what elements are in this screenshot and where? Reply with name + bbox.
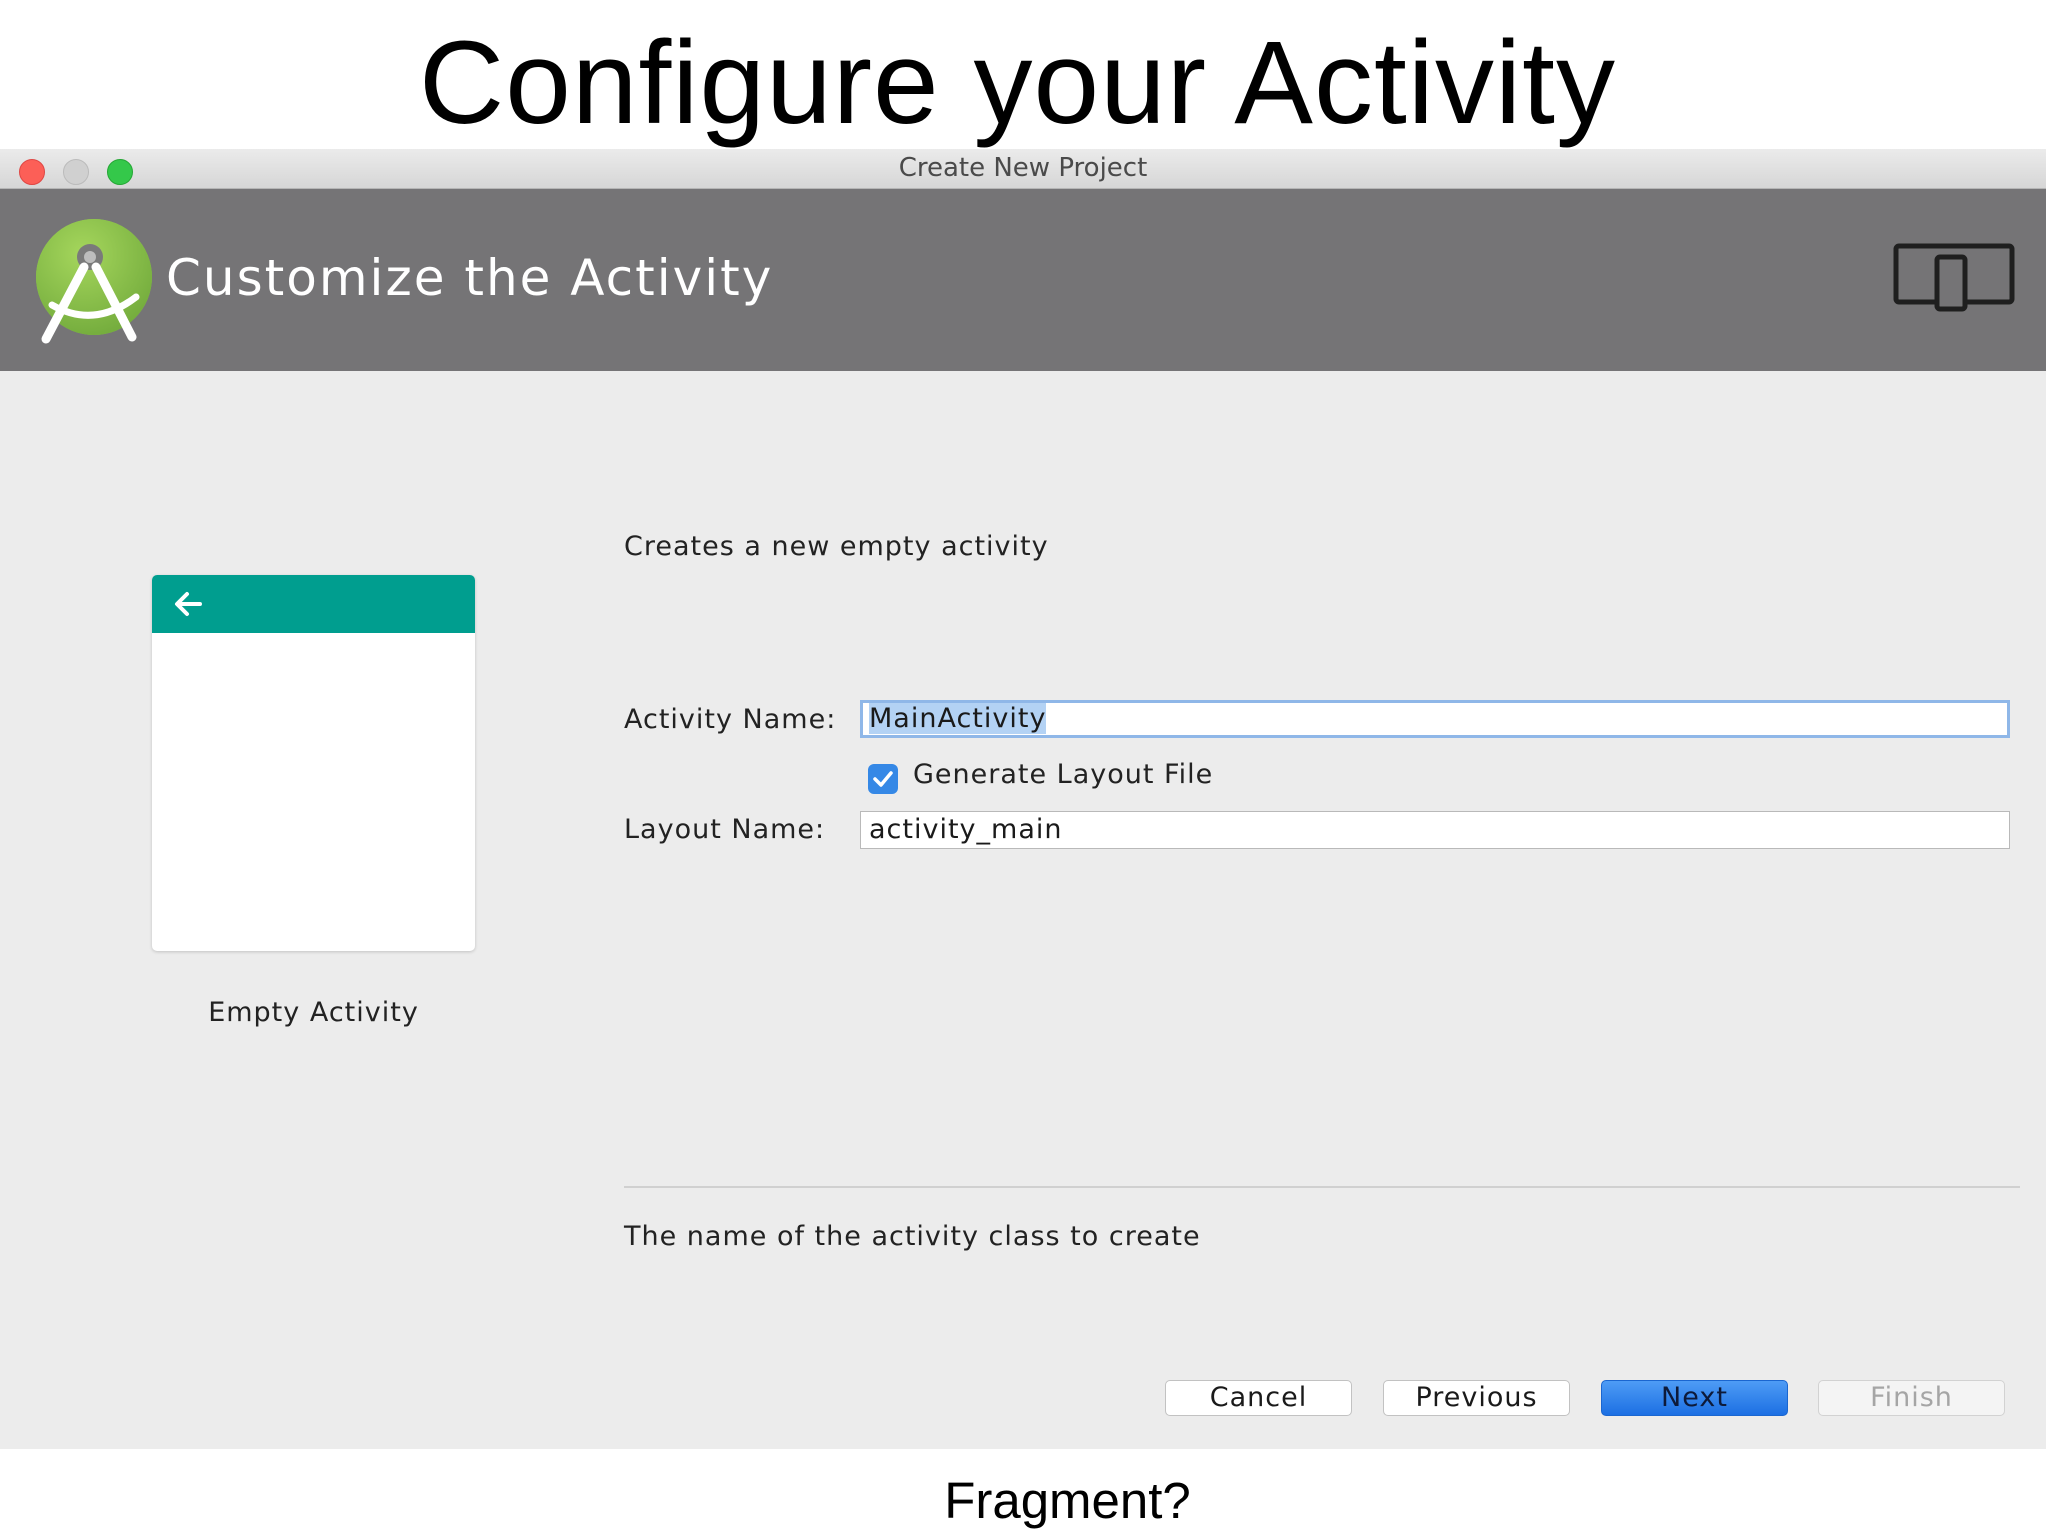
window-titlebar: Create New Project [0, 149, 2046, 189]
wizard-header: Customize the Activity [0, 189, 2046, 371]
layout-name-input[interactable]: activity_main [860, 811, 2010, 849]
header-title: Customize the Activity [166, 249, 774, 307]
slide-title: Configure your Activity [419, 17, 1616, 149]
template-name: Empty Activity [208, 997, 419, 1028]
divider [624, 1186, 2020, 1188]
template-preview [152, 575, 475, 951]
template-description: Creates a new empty activity [624, 531, 1049, 562]
previous-button[interactable]: Previous [1383, 1380, 1570, 1416]
activity-name-label: Activity Name: [624, 704, 837, 735]
activity-name-input[interactable]: MainActivity [860, 700, 2010, 738]
back-arrow-icon [175, 592, 202, 616]
finish-button[interactable]: Finish [1818, 1380, 2005, 1416]
cancel-button[interactable]: Cancel [1165, 1380, 1352, 1416]
generate-layout-checkbox[interactable] [868, 764, 898, 794]
generate-layout-label[interactable]: Generate Layout File [913, 759, 1213, 790]
activity-name-value: MainActivity [869, 703, 1047, 734]
checkmark-icon [873, 771, 893, 787]
preview-app-bar [152, 575, 475, 633]
create-project-window: Create New Project Customize the Activit… [0, 149, 2046, 1449]
slide-caption: Fragment? [944, 1472, 1191, 1529]
window-title: Create New Project [898, 153, 1148, 183]
next-button[interactable]: Next [1601, 1380, 1788, 1416]
help-text: The name of the activity class to create [624, 1221, 1201, 1252]
layout-name-label: Layout Name: [624, 814, 826, 845]
android-studio-logo-icon [36, 219, 152, 344]
tablet-phone-icon [1893, 243, 2015, 312]
